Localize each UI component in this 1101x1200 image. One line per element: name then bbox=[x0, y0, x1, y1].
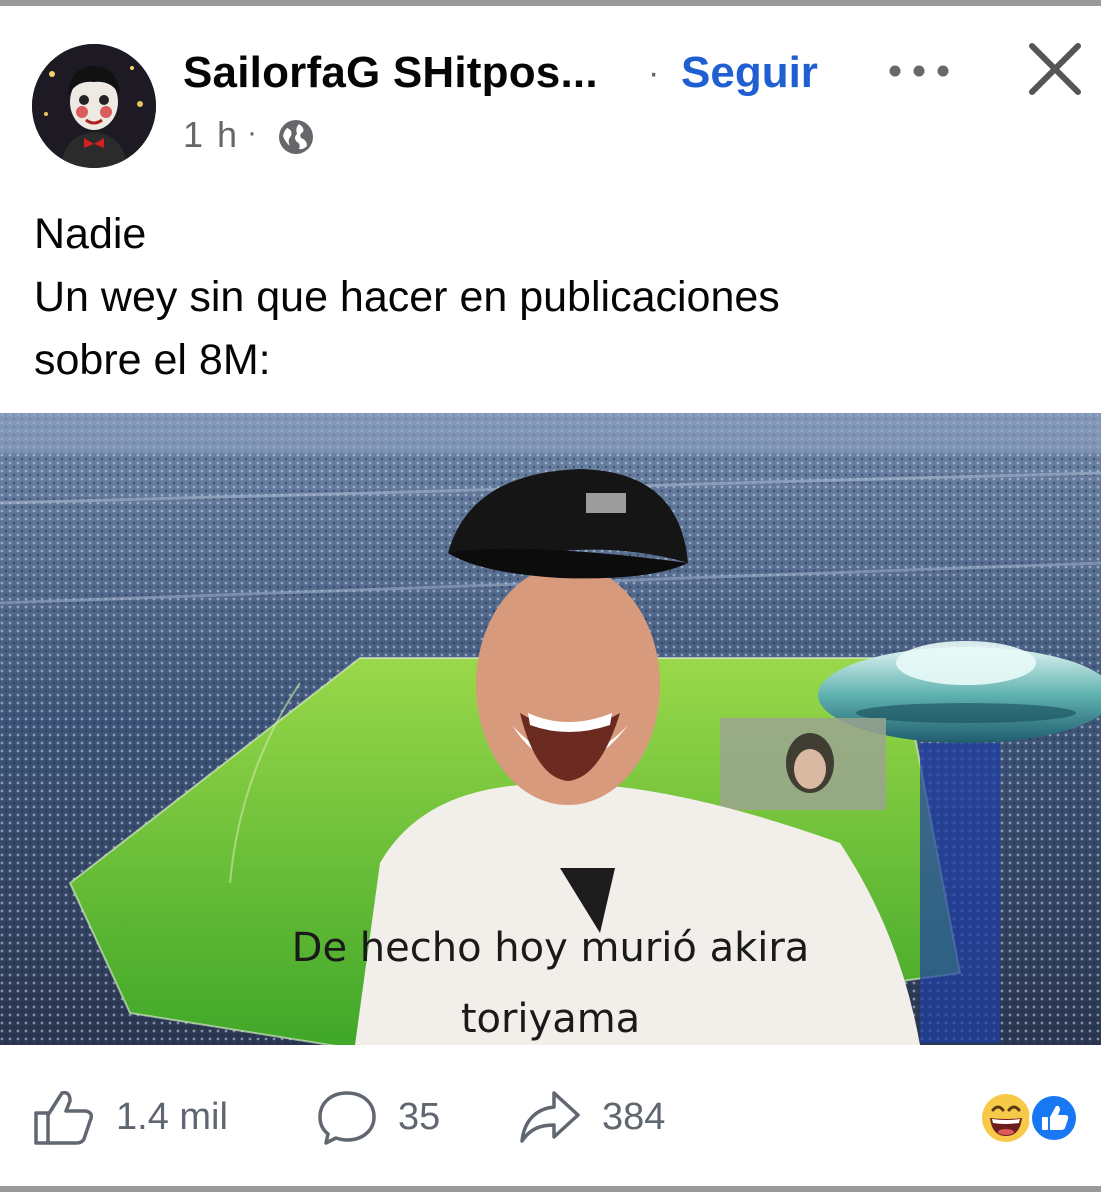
laughing-emoji-icon bbox=[982, 1094, 1030, 1142]
globe-icon bbox=[277, 118, 315, 156]
like-button[interactable]: 1.4 mil bbox=[32, 1085, 228, 1149]
follow-button[interactable]: Seguir bbox=[681, 48, 818, 98]
comment-count: 35 bbox=[398, 1095, 441, 1138]
meme-caption-line-2: toriyama bbox=[460, 996, 641, 1042]
more-dots-icon bbox=[889, 65, 949, 77]
post-time[interactable]: 1 h bbox=[183, 114, 239, 156]
close-icon bbox=[1029, 43, 1081, 95]
comment-button[interactable]: 35 bbox=[316, 1085, 440, 1149]
post-text-line-2: Un wey sin que hacer en publicaciones bbox=[34, 273, 780, 321]
post-text-line-3: sobre el 8M: bbox=[34, 336, 271, 384]
like-reaction-icon bbox=[1029, 1093, 1079, 1143]
comment-icon bbox=[318, 1091, 376, 1145]
author-name[interactable]: SailorfaG SHitpos... bbox=[183, 48, 598, 98]
thumbs-up-icon bbox=[34, 1090, 94, 1145]
more-options-button[interactable] bbox=[884, 56, 954, 86]
top-divider bbox=[0, 0, 1101, 6]
close-button[interactable] bbox=[1026, 40, 1084, 98]
share-count: 384 bbox=[602, 1095, 666, 1138]
bottom-divider bbox=[0, 1186, 1101, 1192]
share-arrow-icon bbox=[520, 1091, 580, 1143]
meme-caption-line-1: De hecho hoy murió akira bbox=[291, 925, 810, 971]
post-text-line-1: Nadie bbox=[34, 210, 147, 258]
reaction-summary[interactable] bbox=[978, 1088, 1084, 1148]
post-image[interactable]: De hecho hoy murió akira toriyama bbox=[0, 413, 1101, 1045]
time-separator: · bbox=[247, 116, 257, 149]
like-count: 1.4 mil bbox=[116, 1095, 228, 1138]
author-avatar[interactable] bbox=[32, 44, 156, 168]
header-separator: · bbox=[648, 54, 660, 92]
post-text: Nadie Un wey sin que hacer en publicacio… bbox=[34, 203, 1074, 392]
share-button[interactable]: 384 bbox=[518, 1085, 665, 1149]
